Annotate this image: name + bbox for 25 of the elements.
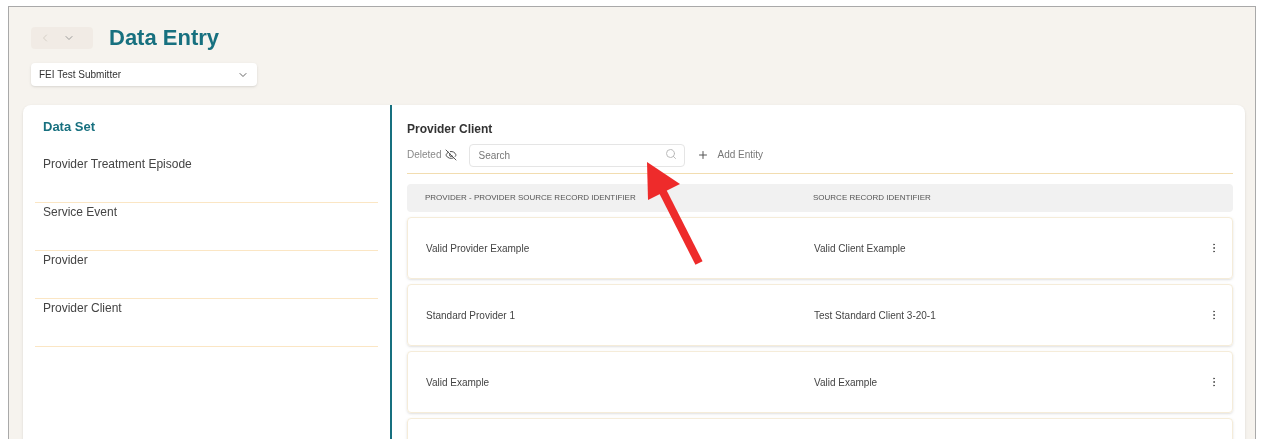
sidebar-item[interactable]: Service Event	[35, 202, 378, 251]
table-row[interactable]: Valid Example Valid Example	[407, 351, 1233, 413]
sidebar-item[interactable]: Provider Client	[35, 298, 378, 347]
search-field[interactable]: Search	[469, 144, 686, 167]
table-cell-text: Valid Client Example	[814, 241, 907, 256]
table-cell-text: Valid Provider Example	[425, 241, 531, 256]
plus-icon	[697, 148, 710, 161]
deleted-label: Deleted	[407, 148, 442, 162]
eye-off-icon[interactable]	[445, 148, 458, 161]
table-row[interactable]: Standard Provider 1 Test Standard Client 3-20-1	[407, 284, 1233, 346]
sidebar-item[interactable]: Provider Treatment Episode	[35, 154, 378, 203]
sidebar-item[interactable]: Provider	[35, 250, 378, 299]
table-cell-text: Standard Provider 1	[425, 308, 516, 323]
table-row[interactable]: Valid Provider Example Valid Client Example	[407, 217, 1233, 279]
sidebar-title: Data Set	[42, 118, 97, 136]
search-icon	[665, 148, 678, 160]
add-entity-button[interactable]: Add Entity	[697, 147, 764, 162]
submitter-dropdown[interactable]: FEI Test Submitter	[31, 63, 257, 86]
table-cell-text: Valid Example	[814, 375, 879, 390]
table-cell-text: Valid Example	[425, 375, 491, 390]
page-title: Data Entry	[109, 24, 220, 52]
panel-title: Provider Client	[407, 121, 494, 138]
table-cell-text: Test Standard Client 3-20-1	[814, 308, 937, 323]
column-header: SOURCE RECORD IDENTIFIER	[813, 192, 931, 204]
column-header: PROVIDER - PROVIDER SOURCE RECORD IDENTIFIER	[424, 192, 637, 204]
